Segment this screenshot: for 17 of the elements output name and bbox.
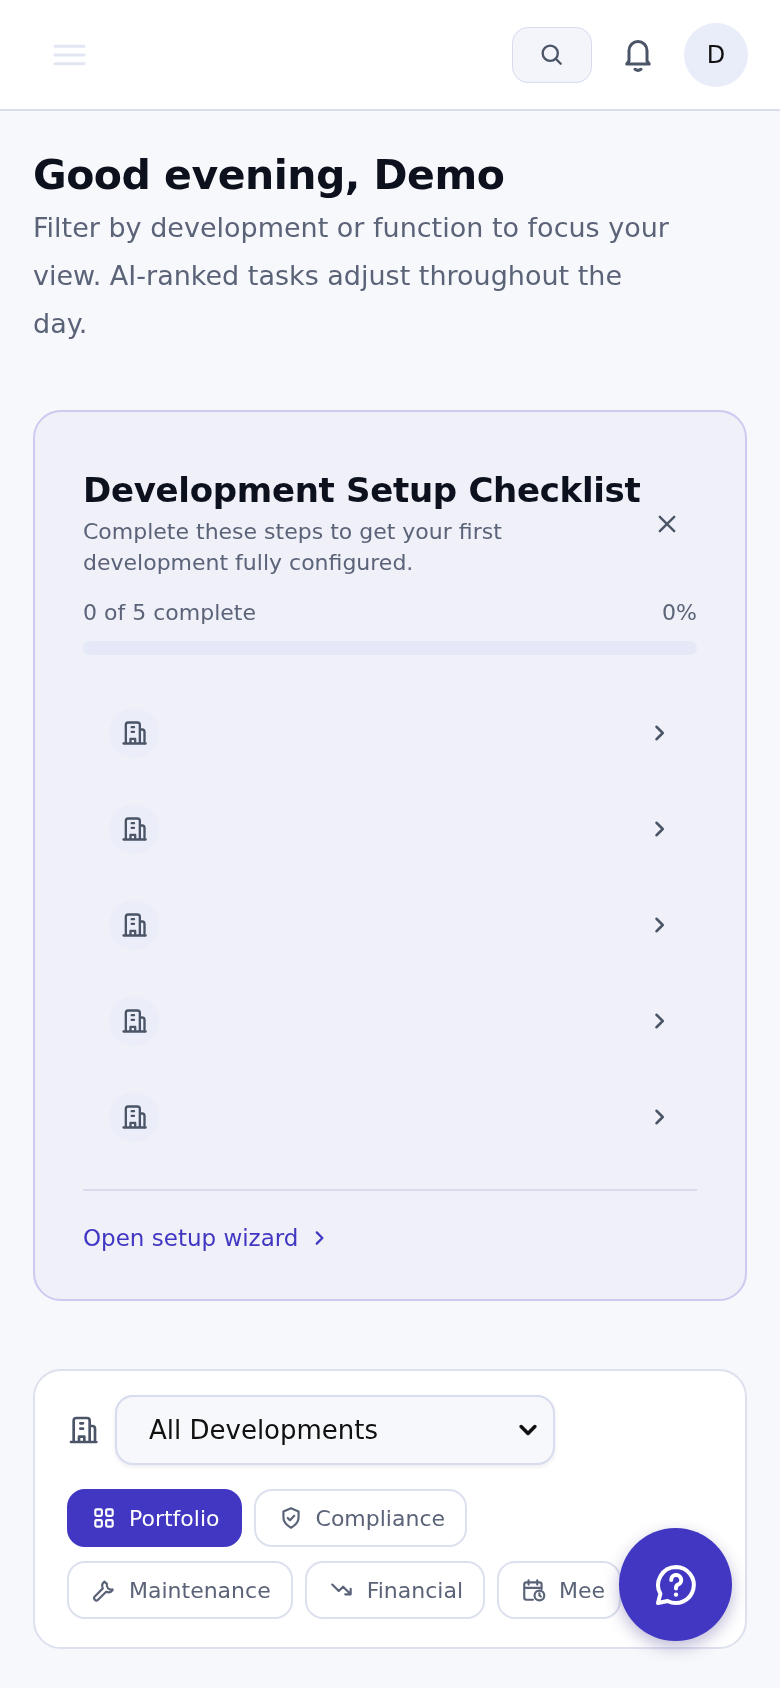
- greeting-subtitle: Filter by development or function to focus your view. AI-ranked tasks adjust throughout the day.: [33, 211, 670, 342]
- setup-wizard-link[interactable]: Open setup wizard: [83, 1225, 329, 1252]
- filter-chip[interactable]: Maintenance: [67, 1561, 293, 1620]
- filter-chip[interactable]: Mee: [497, 1561, 622, 1620]
- filter-chip[interactable]: Financial: [304, 1561, 486, 1620]
- checklist-title: Development Setup Checklist: [83, 470, 641, 511]
- greeting-title: Good evening, Demo: [33, 151, 506, 201]
- development-select[interactable]: All Developments: [115, 1395, 555, 1466]
- search-button[interactable]: [512, 26, 592, 83]
- menu-icon[interactable]: [53, 42, 86, 67]
- progress-percent: 0%: [662, 600, 697, 626]
- filter-chip[interactable]: Compliance: [253, 1489, 467, 1548]
- checklist-description: Complete these steps to get your first development fully configured.: [83, 518, 503, 578]
- progress-text: 0 of 5 complete: [83, 600, 256, 626]
- user-avatar[interactable]: D: [684, 22, 748, 87]
- calendar-icon: [521, 1577, 548, 1604]
- filter-chip[interactable]: Portfolio: [67, 1489, 242, 1548]
